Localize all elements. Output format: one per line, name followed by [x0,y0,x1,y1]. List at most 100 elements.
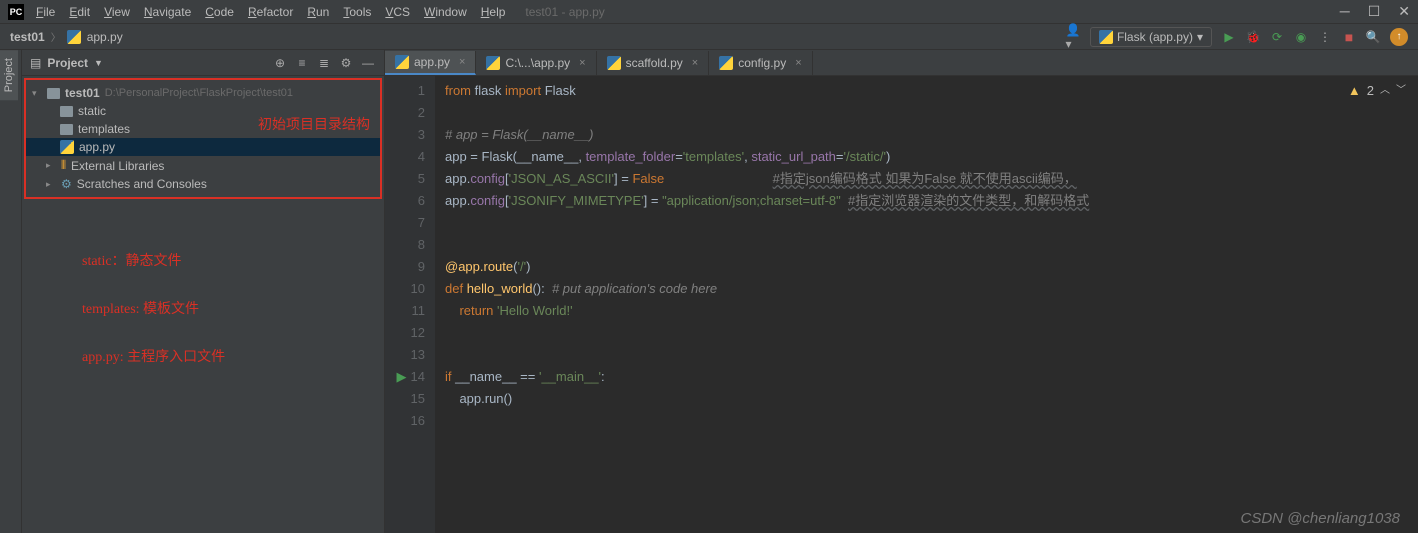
debug-icon[interactable]: 🐞 [1246,30,1260,44]
close-tab-icon[interactable]: × [692,57,698,69]
line-number: ▶14 [385,366,425,388]
menu-window[interactable]: Window [424,5,467,19]
close-tab-icon[interactable]: × [459,56,465,68]
user-icon[interactable]: 👤▾ [1066,30,1080,44]
code-line[interactable] [445,410,1418,432]
breadcrumb[interactable]: test01 〉 app.py [10,29,123,44]
code-line[interactable]: def hello_world(): # put application's c… [445,278,1418,300]
maximize-icon[interactable]: ☐ [1368,3,1381,20]
line-number: 6 [385,190,425,212]
tree-item-apppy[interactable]: app.py [26,138,380,156]
menu-tools[interactable]: Tools [343,5,371,19]
menu-edit[interactable]: Edit [69,5,90,19]
menu-navigate[interactable]: Navigate [144,5,191,19]
root-name: test01 [65,86,100,100]
line-number: 16 [385,410,425,432]
run-icon[interactable]: ▶ [1222,30,1236,44]
search-icon[interactable]: 🔍 [1366,30,1380,44]
tree-external-libs[interactable]: ▸ ⫴ External Libraries [26,156,380,175]
menu-file[interactable]: File [36,5,55,19]
profile-icon[interactable]: ◉ [1294,30,1308,44]
code-line[interactable]: app.config['JSONIFY_MIMETYPE'] = "applic… [445,190,1418,212]
line-number: 12 [385,322,425,344]
run-config-dropdown[interactable]: Flask (app.py) ▾ [1090,27,1212,47]
code-line[interactable]: @app.route('/') [445,256,1418,278]
navigation-bar: test01 〉 app.py 👤▾ Flask (app.py) ▾ ▶ 🐞 … [0,24,1418,50]
inspection-widget[interactable]: ▲ 2 ︿ ﹀ [1348,80,1406,102]
scratch-icon: ⚙ [61,177,72,191]
line-number: 8 [385,234,425,256]
line-number: 7 [385,212,425,234]
project-tool-button[interactable]: Project [0,50,18,100]
code-line[interactable]: return 'Hello World!' [445,300,1418,322]
expand-icon[interactable]: ▸ [46,179,56,190]
menu-help[interactable]: Help [481,5,506,19]
warning-count: 2 [1367,80,1374,102]
settings-icon[interactable]: ⚙ [338,56,354,70]
chevron-down-icon[interactable]: ﹀ [1396,80,1406,102]
editor-tab[interactable]: app.py× [385,51,476,75]
coverage-icon[interactable]: ⟳ [1270,30,1284,44]
code-line[interactable]: # app = Flask(__name__) [445,124,1418,146]
titlebar: PC File Edit View Navigate Code Refactor Run To… [0,0,1418,24]
code-line[interactable]: app.config['JSON_AS_ASCII'] = False #指定j… [445,168,1418,190]
minimize-icon[interactable]: ─ [1340,3,1350,20]
pycharm-icon: PC [8,4,24,20]
tool-window-stripe: Project [0,50,22,533]
hide-icon[interactable]: — [360,56,376,70]
tab-label: C:\...\app.py [505,56,570,70]
line-number: 15 [385,388,425,410]
editor: app.py×C:\...\app.py×scaffold.py×config.… [385,50,1418,533]
menu-vcs[interactable]: VCS [385,5,410,19]
collapse-all-icon[interactable]: ≣ [316,56,332,70]
code-line[interactable] [445,102,1418,124]
code-line[interactable] [445,344,1418,366]
item-label: templates [78,122,130,136]
line-number: 4 [385,146,425,168]
line-number: 10 [385,278,425,300]
avatar[interactable]: ↑ [1390,28,1408,46]
chevron-down-icon[interactable]: ▼ [94,58,103,68]
code-line[interactable]: app = Flask(__name__, template_folder='t… [445,146,1418,168]
project-panel: ▤ Project ▼ ⊕ ≡ ≣ ⚙ — ▾ test01 D:\Person… [22,50,385,533]
editor-tab[interactable]: C:\...\app.py × [476,51,596,75]
code-line[interactable] [445,234,1418,256]
project-tree: ▾ test01 D:\PersonalProject\FlaskProject… [24,78,382,199]
code-content[interactable]: from flask import Flask # app = Flask(__… [435,76,1418,533]
annotation-templates: templates: 模板文件 [82,298,199,318]
tree-scratches[interactable]: ▸ ⚙ Scratches and Consoles [26,175,380,193]
stop-icon[interactable]: ■ [1342,30,1356,44]
expand-all-icon[interactable]: ≡ [294,56,310,70]
more-run-icon[interactable]: ⋮ [1318,30,1332,44]
chevron-up-icon[interactable]: ︿ [1380,80,1390,102]
close-icon[interactable]: ✕ [1398,3,1410,20]
line-number: 1 [385,80,425,102]
folder-icon [60,124,73,135]
warning-icon: ▲ [1348,80,1361,102]
code-line[interactable] [445,322,1418,344]
expand-icon[interactable]: ▸ [46,160,56,171]
editor-tabs: app.py×C:\...\app.py×scaffold.py×config.… [385,50,1418,76]
item-label: static [78,104,106,118]
code-line[interactable]: from flask import Flask [445,80,1418,102]
code-line[interactable] [445,212,1418,234]
menu-view[interactable]: View [104,5,130,19]
code-line[interactable]: app.run() [445,388,1418,410]
folder-icon [47,88,60,99]
code-line[interactable]: if __name__ == '__main__': [445,366,1418,388]
close-tab-icon[interactable]: × [579,57,585,69]
chevron-down-icon: ▾ [1197,30,1203,44]
expand-icon[interactable]: ▾ [32,88,42,99]
select-opened-file-icon[interactable]: ⊕ [272,56,288,70]
code-area[interactable]: 12345678910111213▶141516 from flask impo… [385,76,1418,533]
editor-tab[interactable]: scaffold.py× [597,51,710,75]
gutter: 12345678910111213▶141516 [385,76,435,533]
menu-code[interactable]: Code [205,5,234,19]
tree-root[interactable]: ▾ test01 D:\PersonalProject\FlaskProject… [26,84,380,102]
menu-refactor[interactable]: Refactor [248,5,293,19]
flask-icon [1099,30,1113,44]
editor-tab[interactable]: config.py× [709,51,812,75]
window-title: test01 - app.py [525,5,604,19]
close-tab-icon[interactable]: × [795,57,801,69]
menu-run[interactable]: Run [307,5,329,19]
